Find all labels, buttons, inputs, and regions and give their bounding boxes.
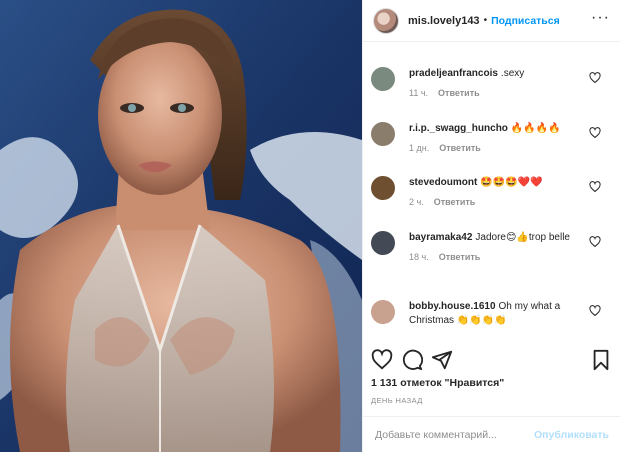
heart-icon[interactable] — [589, 72, 601, 84]
comment-time: 2 ч. — [409, 197, 424, 207]
comment-time: 11 ч. — [409, 88, 429, 98]
comment-time: 1 дн. — [409, 143, 430, 153]
reply-button[interactable]: Ответить — [439, 252, 481, 262]
comment-content: Jadore😊👍trop belle — [475, 232, 570, 243]
comment-avatar[interactable] — [371, 231, 395, 255]
comment-text: bayramaka42 Jadore😊👍trop belle — [409, 231, 589, 245]
comment-avatar[interactable] — [371, 300, 395, 324]
share-icon[interactable] — [431, 349, 453, 371]
heart-icon[interactable] — [371, 349, 393, 371]
comment-item: stevedoumont 🤩🤩🤩❤️❤️ 2 ч. Ответить — [363, 176, 620, 207]
post-view: mis.lovely143 • Подписаться ··· pradelje… — [0, 0, 620, 452]
username-link[interactable]: mis.lovely143 — [408, 15, 480, 27]
post-header: mis.lovely143 • Подписаться ··· — [363, 0, 620, 42]
comment-avatar[interactable] — [371, 122, 395, 146]
reply-button[interactable]: Ответить — [439, 143, 481, 153]
add-comment-bar: Добавьте комментарий... Опубликовать — [363, 416, 620, 452]
post-photo[interactable] — [0, 0, 362, 452]
separator-dot: • — [483, 15, 488, 26]
heart-icon[interactable] — [589, 127, 601, 139]
comment-item: r.i.p._swagg_huncho 🔥🔥🔥🔥 1 дн. Ответить — [363, 122, 620, 153]
avatar[interactable] — [373, 7, 399, 34]
post-sidebar: mis.lovely143 • Подписаться ··· pradelje… — [362, 0, 620, 452]
comment-username[interactable]: pradeljeanfrancois — [409, 68, 498, 79]
comment-username[interactable]: r.i.p._swagg_huncho — [409, 123, 508, 134]
heart-icon[interactable] — [589, 181, 601, 193]
comment-text: bobby.house.1610 Oh my what a Christmas 👏… — [409, 300, 589, 328]
heart-icon[interactable] — [589, 236, 601, 248]
reply-button[interactable]: Ответить — [434, 197, 476, 207]
comment-item: bobby.house.1610 Oh my what a Christmas 👏… — [363, 300, 620, 328]
comment-item: bayramaka42 Jadore😊👍trop belle 18 ч. Ответ… — [363, 231, 620, 262]
more-options-icon[interactable]: ··· — [591, 10, 610, 26]
comment-meta: 18 ч. Ответить — [409, 252, 620, 262]
follow-button[interactable]: Подписаться — [491, 15, 560, 27]
comment-text: r.i.p._swagg_huncho 🔥🔥🔥🔥 — [409, 122, 589, 136]
comment-meta: 2 ч. Ответить — [409, 197, 620, 207]
comment-username[interactable]: bayramaka42 — [409, 232, 472, 243]
comment-text: stevedoumont 🤩🤩🤩❤️❤️ — [409, 176, 589, 190]
post-date[interactable]: ДЕНЬ НАЗАД — [371, 396, 423, 405]
comment-avatar[interactable] — [371, 176, 395, 200]
post-comment-button[interactable]: Опубликовать — [534, 429, 609, 441]
comment-meta: 1 дн. Ответить — [409, 143, 620, 153]
comment-content: .sexy — [500, 68, 525, 79]
comment-content: 🤩🤩🤩❤️❤️ — [480, 177, 543, 188]
comment-meta: 11 ч. Ответить — [409, 88, 620, 98]
comment-content: 🔥🔥🔥🔥 — [510, 123, 561, 134]
reply-button[interactable]: Ответить — [438, 88, 480, 98]
comment-text: pradeljeanfrancois .sexy — [409, 67, 589, 81]
comment-username[interactable]: bobby.house.1610 — [409, 301, 496, 312]
scrolled-ghost-line — [409, 43, 412, 49]
post-image — [0, 0, 362, 452]
bookmark-icon[interactable] — [590, 349, 612, 371]
comment-time: 18 ч. — [409, 252, 429, 262]
comment-item: pradeljeanfrancois .sexy 11 ч. Ответить — [363, 67, 620, 98]
comment-input[interactable]: Добавьте комментарий... — [375, 429, 534, 441]
comment-avatar[interactable] — [371, 67, 395, 91]
heart-icon[interactable] — [589, 305, 601, 317]
comment-username[interactable]: stevedoumont — [409, 177, 477, 188]
post-actions — [363, 344, 620, 374]
comments-list[interactable]: pradeljeanfrancois .sexy 11 ч. Ответить r.… — [363, 43, 620, 340]
likes-count[interactable]: 1 131 отметок "Нравится" — [371, 377, 504, 389]
comment-icon[interactable] — [401, 349, 423, 371]
